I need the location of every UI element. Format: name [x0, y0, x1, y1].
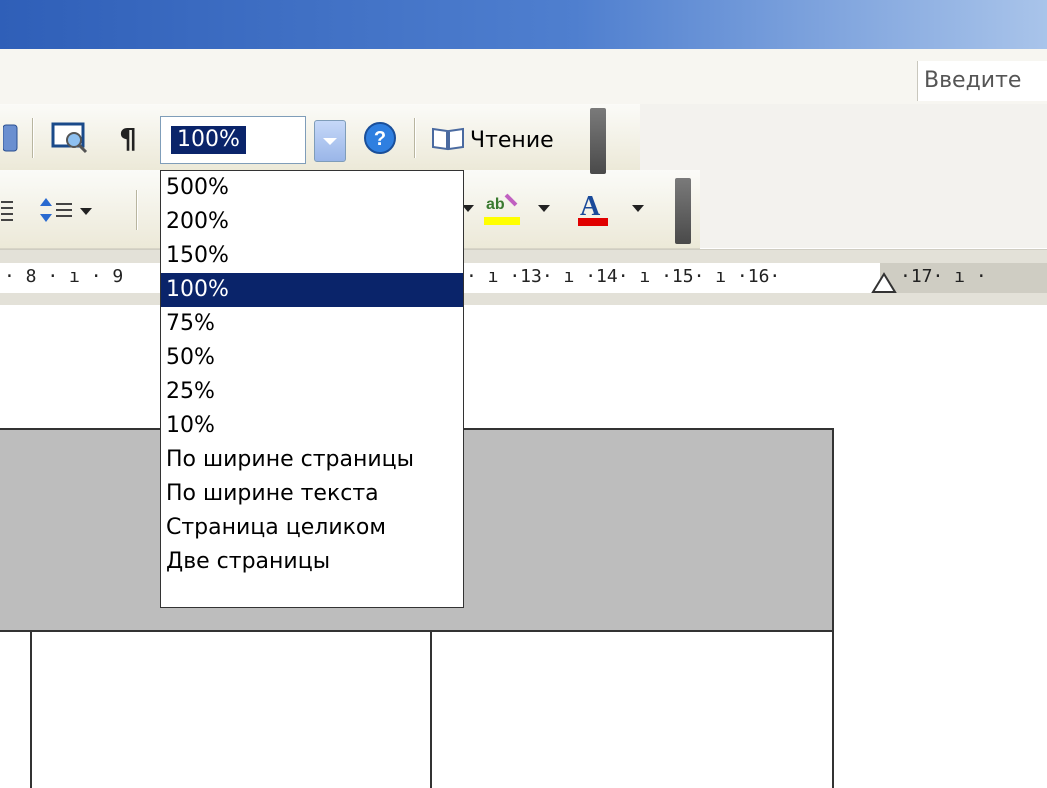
toolbar-dock-empty-2: [700, 170, 1047, 248]
svg-text:?: ?: [374, 128, 386, 150]
research-icon[interactable]: [0, 118, 26, 158]
svg-text:ab: ab: [486, 196, 505, 213]
zoom-option[interactable]: Страница целиком: [161, 511, 463, 545]
help-icon[interactable]: ?: [360, 118, 400, 158]
toolbar-separator: [32, 118, 33, 158]
toolbar-separator: [136, 190, 137, 230]
zoom-option[interactable]: 10%: [161, 409, 463, 443]
ruler-ticks-margin: ·17· ı ·: [900, 266, 987, 287]
zoom-option[interactable]: 200%: [161, 205, 463, 239]
align-icon[interactable]: [0, 190, 16, 230]
font-color-icon[interactable]: A: [572, 186, 672, 232]
zoom-field[interactable]: 100%: [160, 116, 306, 164]
chevron-down-icon: [323, 138, 337, 145]
svg-text:A: A: [580, 191, 601, 222]
ruler-ticks-left: · 8 · ı · 9: [4, 266, 124, 287]
toolbar-dock-empty: [640, 104, 1047, 170]
highlight-icon[interactable]: ab: [460, 186, 560, 232]
line-spacing-icon[interactable]: [38, 190, 98, 230]
zoom-dropdown-button[interactable]: [314, 120, 346, 162]
book-icon: [428, 118, 468, 158]
zoom-option[interactable]: 50%: [161, 341, 463, 375]
zoom-option[interactable]: 25%: [161, 375, 463, 409]
preview-icon[interactable]: [48, 118, 92, 158]
zoom-option-selected[interactable]: 100%: [161, 273, 463, 307]
zoom-option[interactable]: Две страницы: [161, 545, 463, 579]
zoom-option[interactable]: 150%: [161, 239, 463, 273]
title-bar: [0, 0, 1047, 49]
zoom-value: 100%: [171, 126, 246, 154]
menu-bar: [0, 49, 1047, 104]
table-row[interactable]: [0, 632, 834, 788]
table-border: [430, 632, 432, 788]
zoom-option[interactable]: 500%: [161, 171, 463, 205]
indent-marker-icon[interactable]: [870, 270, 898, 298]
table-border: [30, 632, 32, 788]
help-search-input[interactable]: Введите: [917, 61, 1047, 101]
zoom-option[interactable]: По ширине страницы: [161, 443, 463, 477]
ruler-ticks-right: · ı ·13· ı ·14· ı ·15· ı ·16·: [466, 266, 781, 287]
toolbar-options-grip[interactable]: [675, 178, 691, 244]
zoom-option[interactable]: 75%: [161, 307, 463, 341]
zoom-dropdown-list[interactable]: 500% 200% 150% 100% 75% 50% 25% 10% По ш…: [160, 170, 464, 608]
toolbar-separator: [414, 118, 415, 158]
toolbar-options-grip[interactable]: [590, 108, 606, 174]
reading-button[interactable]: Чтение: [470, 128, 554, 153]
zoom-option[interactable]: По ширине текста: [161, 477, 463, 511]
pilcrow-icon[interactable]: ¶: [110, 118, 146, 158]
